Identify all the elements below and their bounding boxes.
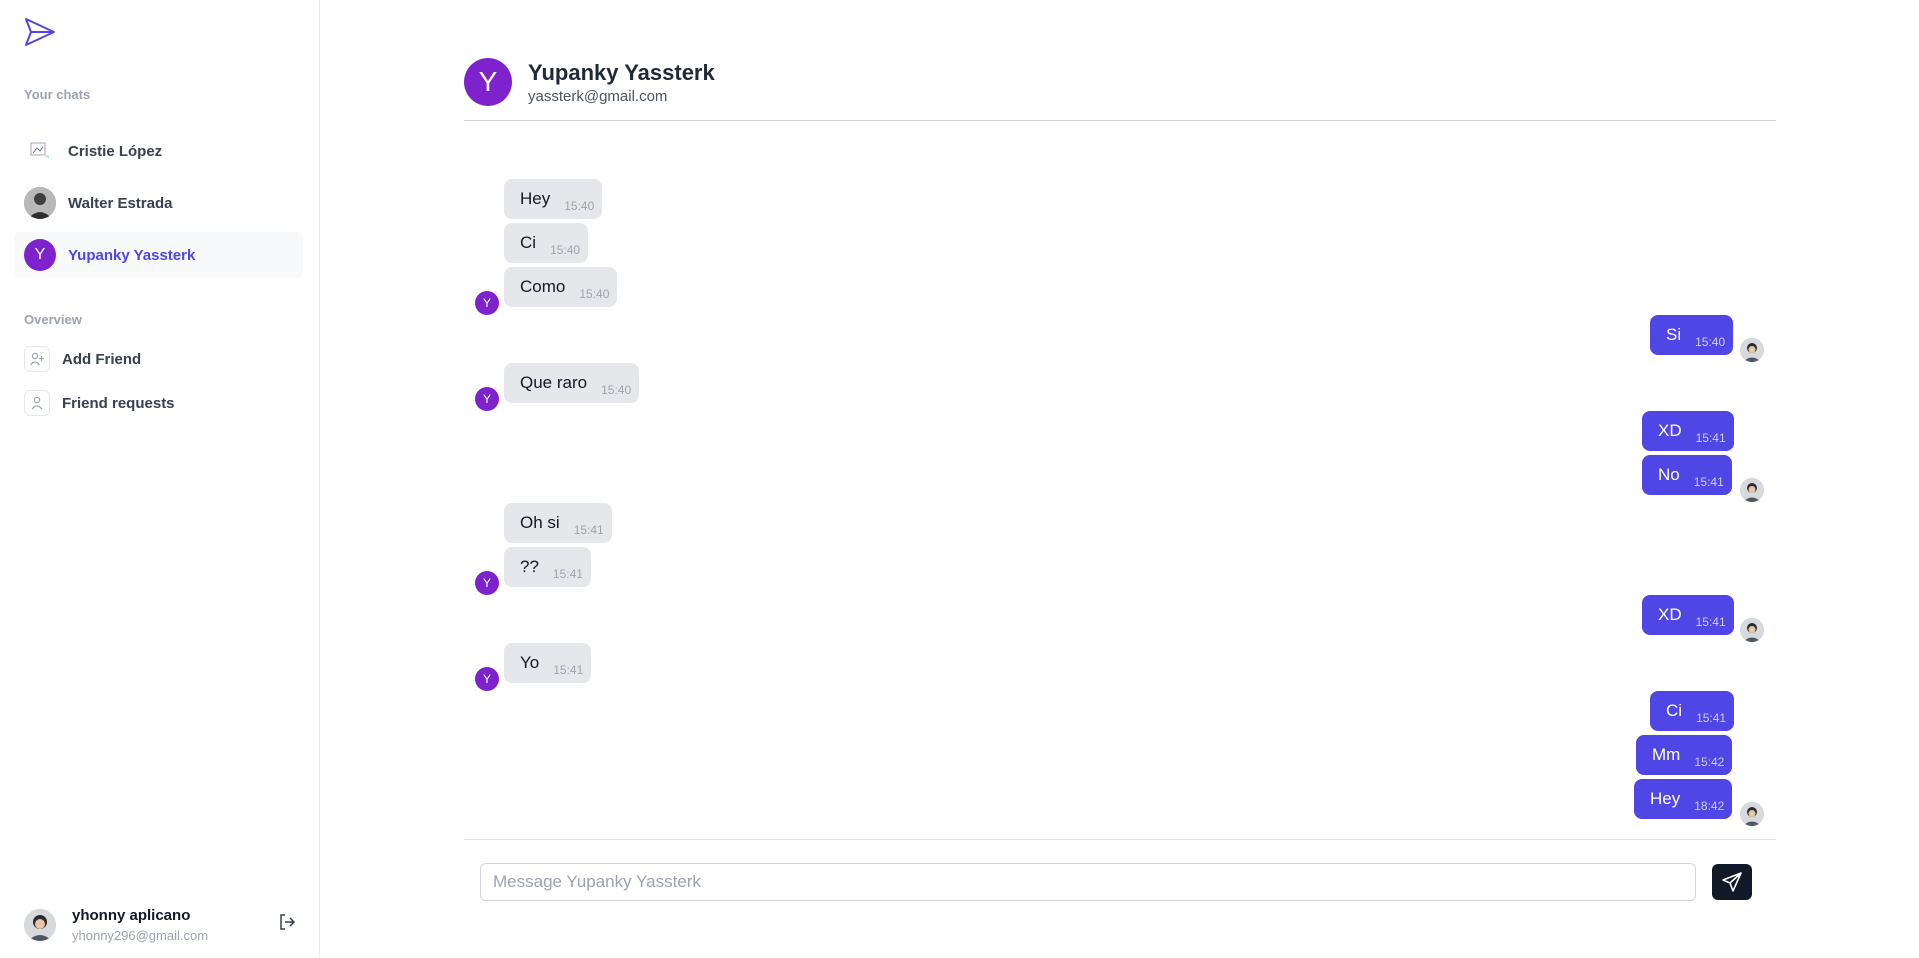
message-time: 15:41 bbox=[573, 523, 604, 537]
user-icon bbox=[24, 390, 50, 416]
message-bubble-in: Como 15:40 bbox=[504, 267, 618, 307]
avatar bbox=[1740, 338, 1764, 362]
message-text: ?? bbox=[520, 557, 539, 576]
avatar: Y bbox=[475, 387, 499, 411]
message-time: 15:41 bbox=[1696, 711, 1727, 725]
message-text: Yo bbox=[520, 653, 540, 672]
message-input[interactable] bbox=[480, 863, 1696, 901]
chat-partner-name: Yupanky Yassterk bbox=[528, 60, 715, 85]
message-text: XD bbox=[1658, 605, 1682, 624]
message-bubble-out: Hey 18:42 bbox=[1634, 779, 1733, 819]
avatar bbox=[1740, 618, 1764, 642]
logout-icon[interactable] bbox=[278, 913, 296, 931]
message-time: 15:41 bbox=[552, 567, 583, 581]
current-user-email: yhonny296@gmail.com bbox=[72, 928, 209, 943]
message-time: 18:42 bbox=[1694, 799, 1725, 813]
chat-item-yupanky[interactable]: Y Yupanky Yassterk bbox=[14, 232, 303, 278]
current-user-name: yhonny aplicano bbox=[72, 907, 191, 924]
add-friend-link[interactable]: Add Friend bbox=[24, 345, 141, 373]
chat-item-cristie[interactable]: Cristie López bbox=[14, 128, 303, 174]
message-text: Oh si bbox=[520, 513, 560, 532]
current-user: yhonny aplicano yhonny296@gmail.com bbox=[24, 907, 208, 943]
message-text: XD bbox=[1658, 421, 1682, 440]
message-time: 15:41 bbox=[1693, 475, 1724, 489]
chat-panel: Y Yupanky Yassterk yassterk@gmail.com He… bbox=[464, 0, 1776, 957]
message-bubble-in: Que raro 15:40 bbox=[504, 363, 640, 403]
message-text: Hey bbox=[1650, 789, 1681, 808]
message-time: 15:40 bbox=[564, 199, 595, 213]
message-bubble-out: Mm 15:42 bbox=[1636, 735, 1733, 775]
sidebar: Your chats Cristie López Walter Estrada … bbox=[0, 0, 320, 957]
message-bubble-out: XD 15:41 bbox=[1642, 411, 1734, 451]
your-chats-label: Your chats bbox=[24, 87, 91, 102]
friend-requests-label: Friend requests bbox=[62, 394, 175, 412]
message-text: Si bbox=[1666, 325, 1682, 344]
message-bubble-out: XD 15:41 bbox=[1642, 595, 1734, 635]
send-icon bbox=[1722, 872, 1742, 892]
broken-image-icon bbox=[24, 135, 56, 167]
paper-plane-logo-icon[interactable] bbox=[24, 16, 56, 48]
message-time: 15:40 bbox=[579, 287, 610, 301]
message-text: Mm bbox=[1652, 745, 1681, 764]
message-time: 15:41 bbox=[1695, 431, 1726, 445]
message-text: Hey bbox=[520, 189, 551, 208]
message-bubble-in: Oh si 15:41 bbox=[504, 503, 612, 543]
message-text: No bbox=[1658, 465, 1680, 484]
message-text: Ci bbox=[520, 233, 537, 252]
message-time: 15:41 bbox=[553, 663, 584, 677]
friend-requests-link[interactable]: Friend requests bbox=[24, 389, 175, 417]
send-button[interactable] bbox=[1712, 864, 1752, 900]
avatar bbox=[1740, 802, 1764, 826]
chat-name: Walter Estrada bbox=[68, 194, 173, 212]
overview-label: Overview bbox=[24, 312, 82, 327]
chat-name: Yupanky Yassterk bbox=[68, 246, 196, 264]
message-time: 15:41 bbox=[1695, 615, 1726, 629]
message-time: 15:42 bbox=[1694, 755, 1725, 769]
avatar: Y bbox=[475, 667, 499, 691]
chat-partner-email: yassterk@gmail.com bbox=[528, 88, 668, 105]
avatar: Y bbox=[24, 239, 56, 271]
message-bubble-in: Hey 15:40 bbox=[504, 179, 603, 219]
message-bubble-in: Yo 15:41 bbox=[504, 643, 592, 683]
message-time: 15:40 bbox=[1695, 335, 1726, 349]
user-plus-icon bbox=[24, 346, 50, 372]
message-text: Como bbox=[520, 277, 566, 296]
message-bubble-out: Si 15:40 bbox=[1650, 315, 1734, 355]
add-friend-label: Add Friend bbox=[62, 350, 142, 368]
message-bubble-in: Ci 15:40 bbox=[504, 223, 589, 263]
avatar bbox=[24, 187, 56, 219]
avatar: Y bbox=[475, 291, 499, 315]
message-bubble-out: No 15:41 bbox=[1642, 455, 1732, 495]
avatar: Y bbox=[464, 58, 512, 106]
chat-item-walter[interactable]: Walter Estrada bbox=[14, 180, 303, 226]
chat-header: Y Yupanky Yassterk yassterk@gmail.com bbox=[464, 58, 1776, 121]
message-composer bbox=[464, 839, 1776, 958]
message-bubble-out: Ci 15:41 bbox=[1650, 691, 1735, 731]
avatar bbox=[1740, 478, 1764, 502]
message-text: Ci bbox=[1666, 701, 1683, 720]
message-text: Que raro bbox=[520, 373, 588, 392]
message-time: 15:40 bbox=[601, 383, 632, 397]
message-bubble-in: ?? 15:41 bbox=[504, 547, 591, 587]
avatar bbox=[24, 909, 56, 941]
message-time: 15:40 bbox=[550, 243, 581, 257]
avatar: Y bbox=[475, 571, 499, 595]
chat-name: Cristie López bbox=[68, 142, 163, 160]
